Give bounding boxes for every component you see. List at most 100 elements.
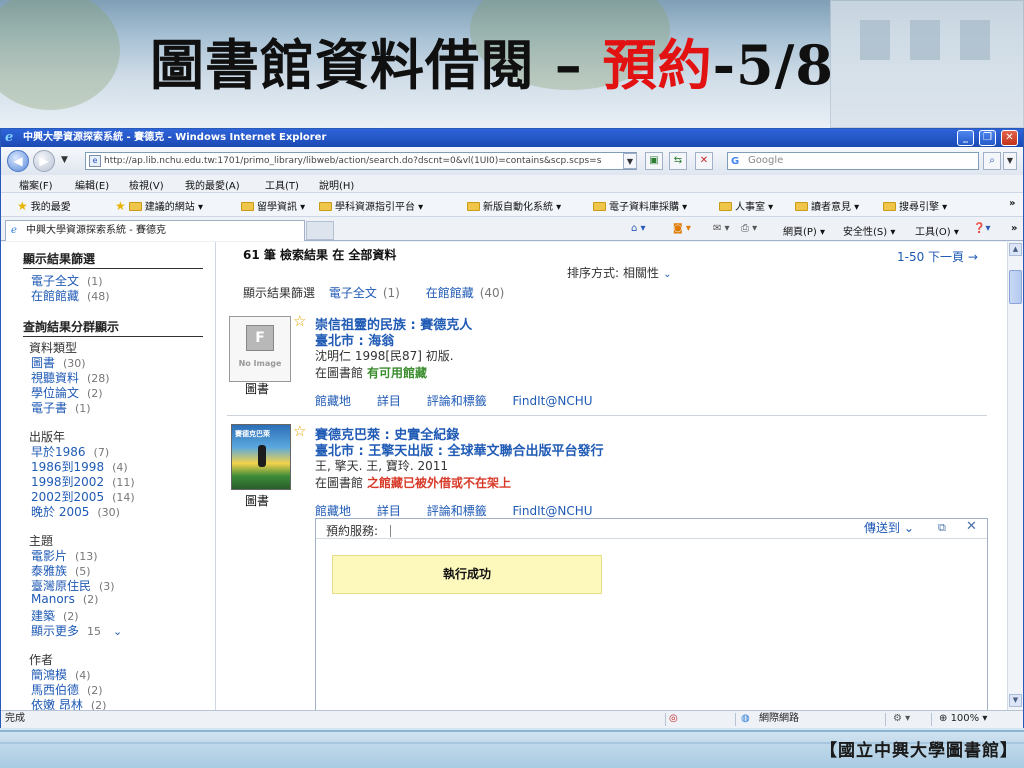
fav-label: 電子資料庫採購 ▾ bbox=[609, 202, 688, 213]
show-more-link[interactable]: 顯示更多 15 ⌄ bbox=[31, 622, 122, 639]
favorites-button[interactable]: ★ 我的最愛 bbox=[17, 198, 71, 213]
menu-edit[interactable]: 編輯(E) bbox=[75, 177, 109, 192]
pagination-next[interactable]: 1-50 下一頁 → bbox=[897, 248, 978, 265]
tab-details[interactable]: 詳目 bbox=[377, 504, 401, 518]
tab-location[interactable]: 館藏地 bbox=[315, 394, 351, 408]
address-toolbar: ◀ ▶ ▼ e http://ap.lib.nchu.edu.tw:1701/p… bbox=[1, 147, 1023, 175]
forward-button[interactable]: ▶ bbox=[33, 150, 55, 172]
favorites-bar: ★ 我的最愛 ★ 建議的網站 ▾ 留學資訊 ▾ 學科資源指引平台 ▾ 新版自動化系統… bbox=[1, 193, 1023, 217]
chevron-down-icon: ⌄ bbox=[113, 625, 123, 638]
search-go-icon[interactable]: ⌕ bbox=[983, 152, 1001, 170]
minimize-button[interactable]: _ bbox=[957, 130, 974, 146]
zone-text: 網際網路 bbox=[759, 713, 799, 724]
new-tab-button[interactable] bbox=[306, 221, 334, 240]
tools-menu[interactable]: 工具(O) ▾ bbox=[915, 223, 959, 238]
book-cover-image[interactable]: 賽德克巴萊 bbox=[231, 424, 291, 490]
tab-details[interactable]: 詳目 bbox=[377, 394, 401, 408]
filter-link-label: 在館館藏 bbox=[425, 286, 474, 300]
safety-menu[interactable]: 安全性(S) ▾ bbox=[843, 223, 895, 238]
status-bar: 完成 ◎ ◍ 網際網路 ⚙ ▾ ⊕ 100% ▾ bbox=[1, 710, 1023, 728]
slide-title: 圖書館資料借閱 – 預約-5/8 bbox=[150, 30, 834, 100]
fav-item-search-engine[interactable]: 搜尋引擎 ▾ bbox=[883, 198, 947, 213]
address-dropdown-icon[interactable]: ▼ bbox=[623, 153, 637, 169]
folder-icon bbox=[241, 202, 254, 211]
search-options-icon[interactable]: ▼ bbox=[1003, 152, 1017, 170]
sort-control[interactable]: 排序方式: 相關性 ⌄ bbox=[567, 264, 671, 281]
record-availability: 在圖書館 之館藏已被外借或不在架上 bbox=[315, 474, 511, 491]
vertical-scrollbar[interactable]: ▲ ▼ bbox=[1007, 242, 1023, 710]
tab-findit[interactable]: FindIt@NCHU bbox=[513, 504, 593, 518]
filter-in-library[interactable]: 在館館藏 (48) bbox=[31, 287, 110, 304]
print-icon[interactable]: ⎙ ▾ bbox=[741, 223, 757, 234]
facet-item[interactable]: Manors (2) bbox=[31, 592, 98, 606]
facet-item[interactable]: 依嫩 昂林 (2) bbox=[31, 696, 106, 710]
tab-location[interactable]: 館藏地 bbox=[315, 504, 351, 518]
zoom-control[interactable]: ⊕ 100% ▾ bbox=[939, 711, 987, 727]
refresh-icon[interactable]: ⇆ bbox=[669, 152, 687, 170]
record-divider bbox=[227, 415, 987, 416]
menu-file[interactable]: 檔案(F) bbox=[19, 177, 53, 192]
menu-tools[interactable]: 工具(T) bbox=[265, 177, 299, 192]
feeds-icon[interactable]: ◙ ▾ bbox=[673, 223, 691, 234]
scroll-up-icon[interactable]: ▲ bbox=[1009, 243, 1022, 256]
filter-link-fulltext[interactable]: 電子全文 (1) bbox=[329, 286, 400, 300]
availability-status[interactable]: 有可用館藏 bbox=[367, 366, 427, 380]
fav-item-personnel[interactable]: 人事室 ▾ bbox=[719, 198, 773, 213]
star-icon[interactable]: ☆ bbox=[293, 314, 306, 329]
facet-item[interactable]: 晚於 2005 (30) bbox=[31, 503, 120, 520]
availability-prefix: 在圖書館 bbox=[315, 366, 364, 380]
facet-label: 建築 bbox=[31, 609, 56, 623]
filter-link-in-library[interactable]: 在館館藏 (40) bbox=[426, 286, 505, 300]
search-input[interactable]: G Google bbox=[727, 152, 979, 170]
close-button[interactable]: ✕ bbox=[1001, 130, 1018, 146]
page-menu[interactable]: 網頁(P) ▾ bbox=[783, 223, 825, 238]
tab-reviews[interactable]: 評論和標籤 bbox=[427, 504, 487, 518]
fav-item-study-abroad[interactable]: 留學資訊 ▾ bbox=[241, 198, 305, 213]
menu-help[interactable]: 說明(H) bbox=[319, 177, 354, 192]
scroll-down-icon[interactable]: ▼ bbox=[1009, 694, 1022, 707]
facet-label: 電子全文 bbox=[31, 274, 80, 288]
availability-status[interactable]: 之館藏已被外借或不在架上 bbox=[367, 476, 511, 490]
reservation-panel: 預約服務: 傳送到 ⌄ ⧉ ✕ 執行成功 bbox=[315, 518, 988, 710]
scroll-thumb[interactable] bbox=[1009, 270, 1022, 304]
fav-item-subject-guide[interactable]: 學科資源指引平台 ▾ bbox=[319, 198, 423, 213]
restore-button[interactable]: ❐ bbox=[979, 130, 996, 146]
menu-view[interactable]: 檢視(V) bbox=[129, 177, 164, 192]
fav-item-new-system[interactable]: 新版自動化系統 ▾ bbox=[467, 198, 561, 213]
tab-reviews[interactable]: 評論和標籤 bbox=[427, 394, 487, 408]
tab-findit[interactable]: FindIt@NCHU bbox=[513, 394, 593, 408]
stop-icon[interactable]: ✕ bbox=[695, 152, 713, 170]
result-record: 賽德克巴萊 圖書 ☆ 賽德克巴萊 : 史實全紀錄 臺北市 : 王擎天出版 : 全… bbox=[227, 422, 987, 522]
fav-item-suggested[interactable]: ★ 建議的網站 ▾ bbox=[115, 198, 203, 213]
protected-mode-icon[interactable]: ⚙ ▾ bbox=[893, 711, 910, 727]
menu-favorites[interactable]: 我的最愛(A) bbox=[185, 177, 240, 192]
history-dropdown-icon[interactable]: ▼ bbox=[61, 155, 68, 165]
compatibility-icon[interactable]: ▣ bbox=[645, 152, 663, 170]
mail-icon[interactable]: ✉ ▾ bbox=[713, 223, 730, 234]
star-icon[interactable]: ☆ bbox=[293, 424, 306, 439]
privacy-icon[interactable]: ◎ bbox=[669, 711, 678, 727]
results-area: 61 筆 檢索結果 在 全部資料 1-50 下一頁 → 排序方式: 相關性 ⌄ 顯示… bbox=[217, 242, 1007, 710]
fav-label: 學科資源指引平台 ▾ bbox=[335, 202, 424, 213]
fav-item-database[interactable]: 電子資料庫採購 ▾ bbox=[593, 198, 687, 213]
help-icon[interactable]: ❓▾ bbox=[973, 223, 990, 234]
cover-figure bbox=[258, 445, 266, 467]
fav-label: 留學資訊 ▾ bbox=[257, 202, 306, 213]
facet-label: 1998到2002 bbox=[31, 475, 105, 489]
fav-label: 新版自動化系統 ▾ bbox=[483, 202, 562, 213]
add-favorite-icon: ★ bbox=[115, 199, 126, 213]
home-icon[interactable]: ⌂ ▾ bbox=[631, 223, 646, 234]
address-input[interactable]: e http://ap.lib.nchu.edu.tw:1701/primo_l… bbox=[85, 152, 637, 170]
commands-overflow-icon[interactable]: » bbox=[1011, 223, 1017, 234]
no-image-thumbnail[interactable]: F No Image bbox=[229, 316, 291, 382]
popout-icon[interactable]: ⧉ bbox=[938, 521, 946, 535]
close-icon[interactable]: ✕ bbox=[966, 519, 977, 534]
tab-active[interactable]: e 中興大學資源探索系統 - 賽德克 bbox=[5, 220, 305, 241]
facet-item[interactable]: 電子書 (1) bbox=[31, 399, 91, 416]
back-button[interactable]: ◀ bbox=[7, 150, 29, 172]
fav-item-feedback[interactable]: 讀者意見 ▾ bbox=[795, 198, 859, 213]
favorites-overflow-icon[interactable]: » bbox=[1009, 198, 1015, 209]
send-to-menu[interactable]: 傳送到 ⌄ bbox=[864, 519, 914, 536]
facet-count: (30) bbox=[97, 506, 120, 519]
status-text: 完成 bbox=[5, 713, 25, 724]
